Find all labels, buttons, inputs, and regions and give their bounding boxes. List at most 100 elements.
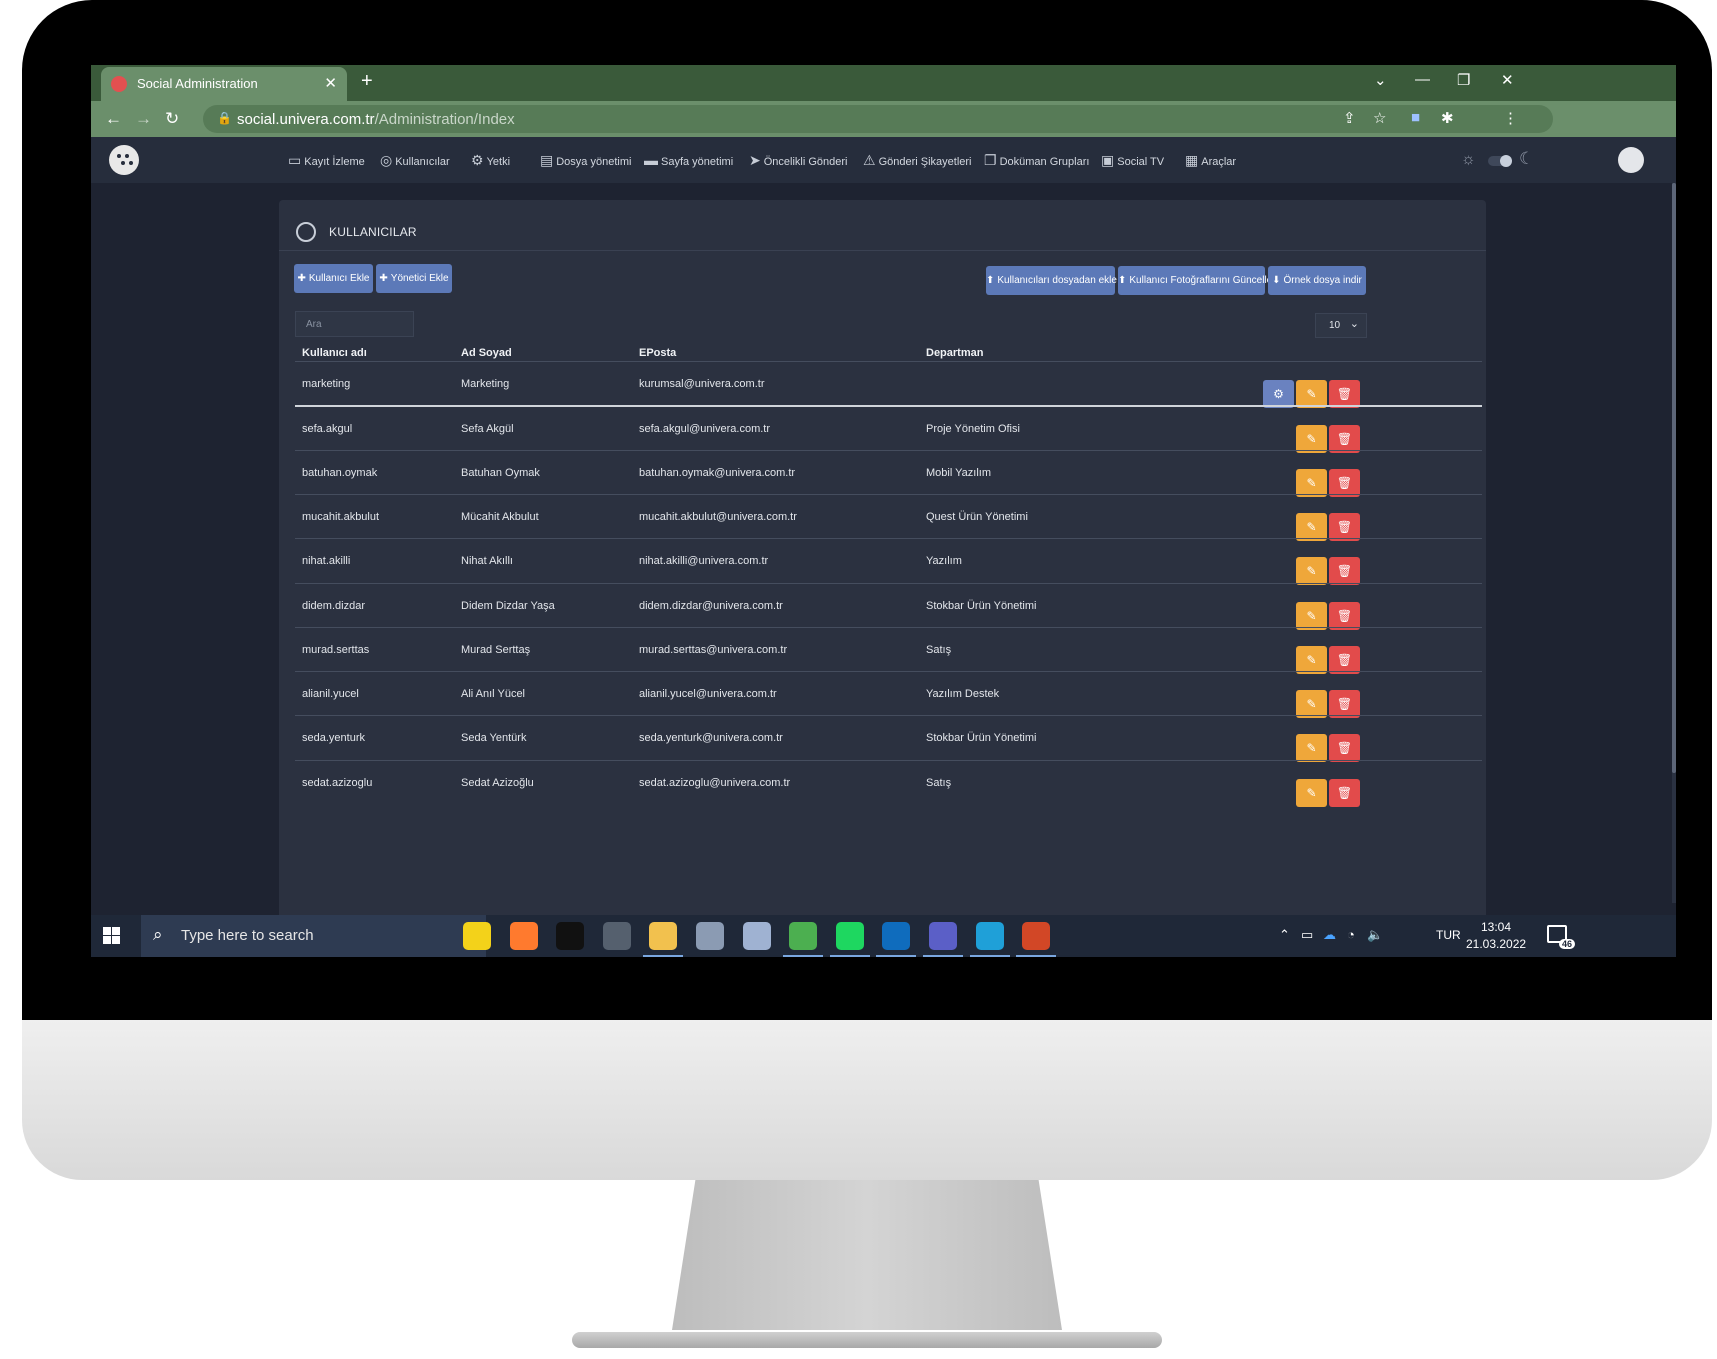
nav-item-sayfa-yonetimi[interactable]: ▬ Sayfa yönetimi <box>644 152 733 168</box>
page-size-select[interactable]: 10 ⌄ <box>1315 313 1367 338</box>
edit-button[interactable]: ✎ <box>1296 645 1327 674</box>
edge-icon[interactable] <box>969 922 1010 957</box>
chevron-up-icon[interactable]: ⌃ <box>1279 927 1290 943</box>
menu-dots-icon[interactable]: ⋮ <box>1503 109 1518 127</box>
language-indicator[interactable]: TUR <box>1436 928 1461 942</box>
column-header-name[interactable]: Ad Soyad <box>461 347 512 359</box>
sun-icon[interactable]: ☼ <box>1461 151 1476 169</box>
delete-button[interactable]: 🗑 <box>1329 468 1360 497</box>
delete-button[interactable]: 🗑 <box>1329 557 1360 586</box>
edit-button[interactable]: ✎ <box>1296 734 1327 763</box>
column-header-email[interactable]: EPosta <box>639 347 676 359</box>
cell-username: mucahit.akbulut <box>302 510 380 523</box>
file-explorer-icon[interactable] <box>643 922 684 957</box>
firefox-icon[interactable] <box>509 922 538 950</box>
download-sample-button[interactable]: ⬇ Örnek dosya indir <box>1268 266 1366 295</box>
scrollbar-thumb[interactable] <box>1672 183 1676 773</box>
cell-name: Didem Dizdar Yaşa <box>461 599 555 612</box>
minimize-button[interactable]: — <box>1415 71 1430 88</box>
clock[interactable]: 13:04 21.03.2022 <box>1466 919 1526 953</box>
monitor-base <box>572 1332 1162 1348</box>
powerpoint-icon[interactable] <box>1016 922 1057 957</box>
onedrive-icon[interactable]: ☁ <box>1323 927 1336 943</box>
theme-toggle[interactable] <box>1488 155 1512 167</box>
close-window-button[interactable]: ✕ <box>1501 71 1514 89</box>
paint-icon[interactable] <box>696 922 724 950</box>
edit-button[interactable]: ✎ <box>1296 601 1327 630</box>
extension-icon[interactable]: ■ <box>1411 109 1420 126</box>
nav-item-dosya-yonetimi[interactable]: ▤ Dosya yönetimi <box>540 152 631 169</box>
game-icon[interactable] <box>602 922 631 950</box>
nav-item-yetki[interactable]: ⚙ Yetki <box>471 152 510 169</box>
search-input[interactable]: Ara <box>295 311 414 337</box>
nav-item-kayit-izleme[interactable]: ▭ Kayıt İzleme <box>288 152 365 169</box>
import-users-button[interactable]: ⬆ Kullanıcıları dosyadan ekle <box>986 266 1117 295</box>
add-admin-label: Yönetici Ekle <box>390 273 449 284</box>
chrome-icon[interactable] <box>783 922 824 957</box>
moon-icon[interactable]: ☾ <box>1519 149 1534 169</box>
monitor-icon: ▭ <box>288 152 302 168</box>
sticky-notes-icon[interactable] <box>463 922 491 950</box>
volume-icon[interactable]: 🔈 <box>1367 927 1383 943</box>
edit-button[interactable]: ✎ <box>1296 778 1327 807</box>
nav-item-araclar[interactable]: ▦ Araçlar <box>1185 152 1236 169</box>
nav-item-social-tv[interactable]: ▣ Social TV <box>1101 152 1164 169</box>
paint3d-icon[interactable] <box>742 922 771 950</box>
update-photos-button[interactable]: ⬆ Kullanıcı Fotoğraflarını Güncelle <box>1118 266 1272 295</box>
edit-button[interactable]: ✎ <box>1296 512 1327 541</box>
bookmark-star-icon[interactable]: ☆ <box>1373 109 1386 127</box>
tab-close-icon[interactable]: ✕ <box>324 74 337 92</box>
column-header-username[interactable]: Kullanıcı adı <box>302 347 367 359</box>
delete-button[interactable]: 🗑 <box>1329 380 1360 408</box>
add-user-button[interactable]: ✚ Kullanıcı Ekle <box>294 264 373 293</box>
trash-icon: 🗑 <box>1336 519 1353 534</box>
settings-button[interactable]: ⚙ <box>1263 380 1294 408</box>
edit-button[interactable]: ✎ <box>1296 690 1327 719</box>
add-admin-button[interactable]: ✚ Yönetici Ekle <box>376 264 452 293</box>
app-logo-icon[interactable] <box>109 145 139 175</box>
wifi-icon[interactable]: ◔ <box>1347 927 1355 942</box>
user-avatar[interactable] <box>1618 147 1644 173</box>
teams-icon[interactable] <box>923 922 963 957</box>
delete-button[interactable]: 🗑 <box>1329 512 1360 541</box>
nav-item-dokuman-gruplari[interactable]: ❐ Doküman Grupları <box>984 152 1089 169</box>
cell-department: Yazılım Destek <box>926 688 1000 701</box>
back-icon[interactable]: ← <box>105 109 122 129</box>
tab-search-icon[interactable]: ⌄ <box>1374 71 1387 89</box>
edit-button[interactable]: ✎ <box>1296 380 1327 408</box>
edit-button[interactable]: ✎ <box>1296 557 1327 586</box>
cell-department: Stokbar Ürün Yönetimi <box>926 732 1037 745</box>
page-title: KULLANICILAR <box>329 225 417 239</box>
warning-icon: ⚠ <box>863 152 876 168</box>
delete-button[interactable]: 🗑 <box>1329 778 1360 807</box>
nav-item-gonderi-sikayetleri[interactable]: ⚠ Gönderi Şikayetleri <box>863 152 972 169</box>
forward-icon[interactable]: → <box>135 109 152 129</box>
taskbar-search-input[interactable]: ⌕ Type here to search <box>141 915 486 957</box>
edit-button[interactable]: ✎ <box>1296 468 1327 497</box>
restore-button[interactable]: ❐ <box>1457 71 1470 89</box>
nav-item-kullanicilar[interactable]: ◎ Kullanıcılar <box>380 152 450 169</box>
spotify-icon[interactable] <box>829 922 870 957</box>
browser-tab[interactable]: Social Administration ✕ <box>101 67 347 101</box>
windows-start-icon[interactable] <box>103 927 120 944</box>
column-header-department[interactable]: Departman <box>926 347 983 359</box>
delete-button[interactable]: 🗑 <box>1329 645 1360 674</box>
cell-username: nihat.akilli <box>302 555 351 568</box>
cell-name: Nihat Akıllı <box>461 555 513 568</box>
outlook-icon[interactable] <box>876 922 917 957</box>
cell-email: sedat.azizoglu@univera.com.tr <box>639 776 791 789</box>
delete-button[interactable]: 🗑 <box>1329 601 1360 630</box>
reload-icon[interactable]: ↻ <box>165 109 179 129</box>
new-tab-button[interactable]: + <box>361 70 373 93</box>
share-icon[interactable]: ⇪ <box>1343 109 1356 127</box>
user-circle-icon: ◎ <box>380 152 393 168</box>
table-row: alianil.yucel Ali Anıl Yücel alianil.yucel… <box>295 671 1482 721</box>
battery-icon[interactable]: ▭ <box>1301 927 1313 943</box>
delete-button[interactable]: 🗑 <box>1329 734 1360 763</box>
delete-button[interactable]: 🗑 <box>1329 690 1360 719</box>
nav-item-oncelikli-gonderi[interactable]: ➤ Öncelikli Gönderi <box>749 152 848 169</box>
puzzle-icon[interactable]: ✱ <box>1441 109 1454 127</box>
url-text: social.univera.com.tr/Administration/Ind… <box>237 111 515 128</box>
notification-icon[interactable]: 46 <box>1547 925 1575 949</box>
netflix-icon[interactable] <box>556 922 585 950</box>
